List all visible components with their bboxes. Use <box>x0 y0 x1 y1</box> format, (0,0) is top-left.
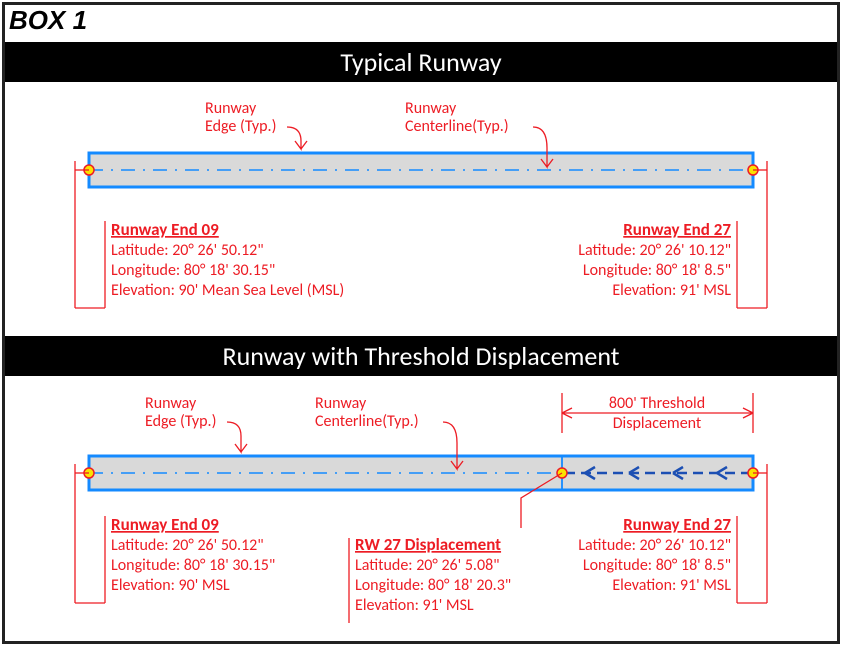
centerline-label-l1: Runway <box>405 99 457 118</box>
disp27-lon: Longitude: 80° 18' 20.3" <box>355 576 511 595</box>
centerline-label-l1-d: Runway <box>315 394 367 413</box>
end27-lon-d: Longitude: 80° 18' 8.5" <box>583 556 731 575</box>
section-displaced: Runway Edge (Typ.) Runway Centerline(Typ… <box>5 378 837 643</box>
edge-label-l2-d: Edge (Typ.) <box>145 412 216 431</box>
end09-lat-d: Latitude: 20° 26' 50.12" <box>111 536 264 555</box>
box-label: BOX 1 <box>9 5 87 36</box>
end09-lon-d: Longitude: 80° 18' 30.15" <box>111 556 275 575</box>
edge-leader-d <box>227 422 247 452</box>
end27-elev-d: Elevation: 91' MSL <box>612 576 731 595</box>
title-displaced: Runway with Threshold Displacement <box>5 336 837 376</box>
edge-label-l1-d: Runway <box>145 394 197 413</box>
disp27-title: RW 27 Displacement <box>355 534 501 555</box>
end09-lon: Longitude: 80° 18' 30.15" <box>111 261 275 280</box>
end27-lon: Longitude: 80° 18' 8.5" <box>583 261 731 280</box>
title-typical: Typical Runway <box>5 42 837 82</box>
edge-label-l1: Runway <box>205 99 257 118</box>
centerline-label-l2: Centerline(Typ.) <box>405 117 509 136</box>
edge-label-l2: Edge (Typ.) <box>205 117 276 136</box>
threshold-label-1: 800' Threshold <box>609 394 705 413</box>
end09-title: Runway End 09 <box>111 219 219 240</box>
diagram-container: BOX 1 Typical Runway Runway Edge (Typ.) … <box>2 2 840 644</box>
threshold-label-2: Displacement <box>613 414 702 433</box>
edge-leader <box>287 127 307 149</box>
end27-title-d: Runway End 27 <box>623 514 731 535</box>
end27-lat-d: Latitude: 20° 26' 10.12" <box>578 536 731 555</box>
section-typical: Runway Edge (Typ.) Runway Centerline(Typ… <box>5 83 837 333</box>
end09-lat: Latitude: 20° 26' 50.12" <box>111 241 264 260</box>
end09-elev-d: Elevation: 90' MSL <box>111 576 230 595</box>
disp27-lat: Latitude: 20° 26' 5.08" <box>355 556 500 575</box>
end27-lat: Latitude: 20° 26' 10.12" <box>578 241 731 260</box>
disp27-elev: Elevation: 91' MSL <box>355 596 474 615</box>
end27-title: Runway End 27 <box>623 219 731 240</box>
centerline-label-l2-d: Centerline(Typ.) <box>315 412 419 431</box>
end27-elev: Elevation: 91' MSL <box>612 281 731 300</box>
end09-title-d: Runway End 09 <box>111 514 219 535</box>
end09-elev: Elevation: 90' Mean Sea Level (MSL) <box>111 281 344 300</box>
